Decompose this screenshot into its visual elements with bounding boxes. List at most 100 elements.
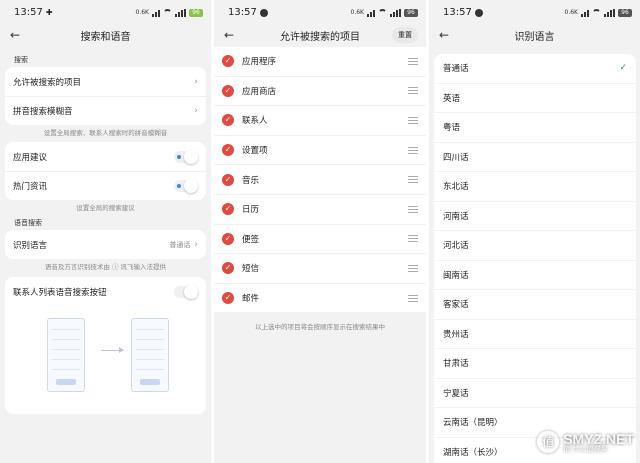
language-option[interactable]: 四川话: [434, 143, 636, 172]
item-label: 邮件: [242, 294, 260, 305]
wifi-icon: [378, 9, 387, 16]
section-label-search: 搜索: [14, 56, 28, 64]
list-item[interactable]: ✓ 设置项: [214, 136, 426, 166]
language-label: 闽南话: [443, 270, 469, 281]
search-settings-card: 允许被搜索的项目 › 拼音搜索模糊音 ›: [5, 67, 206, 125]
status-indicators: 0.6K 96: [565, 8, 632, 17]
drag-handle-icon[interactable]: [408, 205, 418, 213]
drag-handle-icon[interactable]: [408, 57, 418, 65]
item-label: 短信: [242, 264, 260, 275]
language-option[interactable]: 贵州话: [434, 320, 636, 349]
list-item[interactable]: ✓ 短信: [214, 254, 426, 284]
signal-icon-2: [390, 8, 401, 17]
row-pinyin-fuzzy[interactable]: 拼音搜索模糊音 ›: [5, 96, 206, 125]
check-icon[interactable]: ✓: [222, 232, 234, 245]
chevron-right-icon: ›: [194, 76, 198, 87]
language-label: 宁夏话: [443, 388, 469, 399]
check-icon[interactable]: ✓: [222, 292, 234, 305]
back-icon[interactable]: ←: [222, 28, 236, 42]
list-item[interactable]: ✓ 音乐: [214, 165, 426, 195]
status-indicators: 0.6K 96: [135, 8, 203, 17]
watermark: 值 SMYZ.NET 值 什么值得买: [537, 431, 634, 453]
drag-handle-icon[interactable]: [408, 294, 418, 302]
row-hot-news: 热门资讯: [5, 171, 206, 200]
check-icon[interactable]: ✓: [222, 203, 234, 216]
searchable-items-list: ✓ 应用程序 ✓ 应用商店 ✓ 联系人 ✓ 设置项 ✓ 音乐 ✓ 日历 ✓ 便签 ✓ 短信 ✓ 邮…: [214, 47, 426, 314]
drag-handle-icon[interactable]: [408, 235, 418, 243]
language-label: 贵州话: [443, 329, 469, 340]
item-label: 日历: [242, 205, 260, 216]
watermark-logo-icon: 值: [537, 431, 560, 453]
language-option[interactable]: 客家话: [434, 290, 636, 320]
status-bar: 13:57 0.6K 96: [214, 0, 426, 25]
drag-handle-icon[interactable]: [408, 87, 418, 95]
status-bar: 13:57 0.6K 96: [429, 0, 640, 25]
suggest-card: 应用建议 热门资讯: [5, 142, 206, 200]
phone-illustration-before: [47, 318, 85, 392]
phone-illustration-after: [131, 318, 169, 392]
check-icon[interactable]: ✓: [222, 55, 234, 68]
language-option[interactable]: 粤语: [434, 113, 636, 143]
language-label: 客家话: [443, 300, 469, 311]
row-recognition-language[interactable]: 识别语言 普通话 ›: [5, 230, 206, 259]
item-label: 应用商店: [242, 86, 277, 97]
language-option[interactable]: 河南话: [434, 202, 636, 231]
notification-dot-icon: [259, 8, 268, 17]
notification-dot-icon: [474, 8, 483, 17]
contacts-voice-toggle[interactable]: [174, 284, 198, 299]
signal-icon: [152, 9, 160, 17]
check-icon[interactable]: ✓: [222, 114, 234, 127]
battery-icon: 96: [618, 8, 632, 17]
row-searchable-items[interactable]: 允许被搜索的项目 ›: [5, 67, 206, 96]
status-time: 13:57 ✚: [14, 7, 53, 18]
language-option[interactable]: 闽南话: [434, 261, 636, 290]
back-icon[interactable]: ←: [8, 28, 22, 42]
language-label: 云南话（昆明）: [443, 418, 503, 429]
list-item[interactable]: ✓ 应用商店: [214, 77, 426, 107]
note-suggest: 设置全局的搜索建议: [76, 204, 135, 212]
battery-icon: 96: [189, 8, 203, 17]
voice-card: 识别语言 普通话 ›: [5, 230, 206, 259]
language-option[interactable]: 甘肃话: [434, 349, 636, 379]
chevron-right-icon: ›: [194, 106, 198, 116]
row-label: 联系人列表语音搜索按钮: [13, 287, 107, 298]
app-suggest-toggle[interactable]: [174, 149, 198, 164]
note-search: 设置全局搜索、联系人搜索时的拼音模糊音: [43, 129, 168, 137]
drag-handle-icon[interactable]: [408, 264, 418, 272]
list-item[interactable]: ✓ 日历: [214, 195, 426, 225]
check-icon[interactable]: ✓: [222, 173, 234, 186]
net-speed: 0.6K: [135, 9, 149, 16]
drag-handle-icon[interactable]: [408, 116, 418, 124]
language-label: 河南话: [443, 211, 469, 222]
panel-searchable-items: 13:57 0.6K 96 ← 允许被搜索的项目 重置 ✓ 应用程序 ✓ 应用商店 …: [214, 0, 426, 463]
hot-news-toggle[interactable]: [174, 179, 198, 193]
list-item[interactable]: ✓ 便签: [214, 225, 426, 255]
page-title: 搜索和语音: [80, 31, 131, 43]
signal-icon: [367, 9, 375, 17]
check-icon[interactable]: ✓: [222, 262, 234, 275]
list-item[interactable]: ✓ 应用程序: [214, 47, 426, 77]
item-label: 应用程序: [242, 57, 277, 68]
language-option[interactable]: 东北话: [434, 172, 636, 202]
section-label-voice: 语音搜索: [14, 219, 42, 227]
row-label: 允许被搜索的项目: [13, 77, 82, 88]
language-option[interactable]: 河北话: [434, 231, 636, 261]
panel-recognition-language: 13:57 0.6K 96 ← 识别语言 普通话 ✓ 英语 粤语 四川话 东北话 …: [429, 0, 640, 463]
language-option[interactable]: 英语: [434, 84, 636, 113]
status-bar: 13:57 ✚ 0.6K 96: [0, 0, 211, 25]
back-icon[interactable]: ←: [437, 28, 451, 42]
row-label: 热门资讯: [13, 182, 48, 192]
language-list: 普通话 ✓ 英语 粤语 四川话 东北话 河南话 河北话 闽南话 客家话 贵州话 甘…: [434, 54, 636, 463]
list-item[interactable]: ✓ 邮件: [214, 284, 426, 314]
reset-button[interactable]: 重置: [392, 27, 418, 43]
language-option[interactable]: 宁夏话: [434, 379, 636, 408]
language-option[interactable]: 普通话 ✓: [434, 54, 636, 84]
drag-handle-icon[interactable]: [408, 146, 418, 154]
signal-icon-2: [175, 8, 186, 17]
note-order: 以上选中的项目将会按顺序显示在搜索结果中: [255, 323, 385, 332]
check-icon[interactable]: ✓: [222, 144, 234, 157]
list-item[interactable]: ✓ 联系人: [214, 106, 426, 136]
drag-handle-icon[interactable]: [408, 176, 418, 184]
watermark-text: SMYZ.NET: [563, 430, 634, 447]
check-icon[interactable]: ✓: [222, 84, 234, 97]
